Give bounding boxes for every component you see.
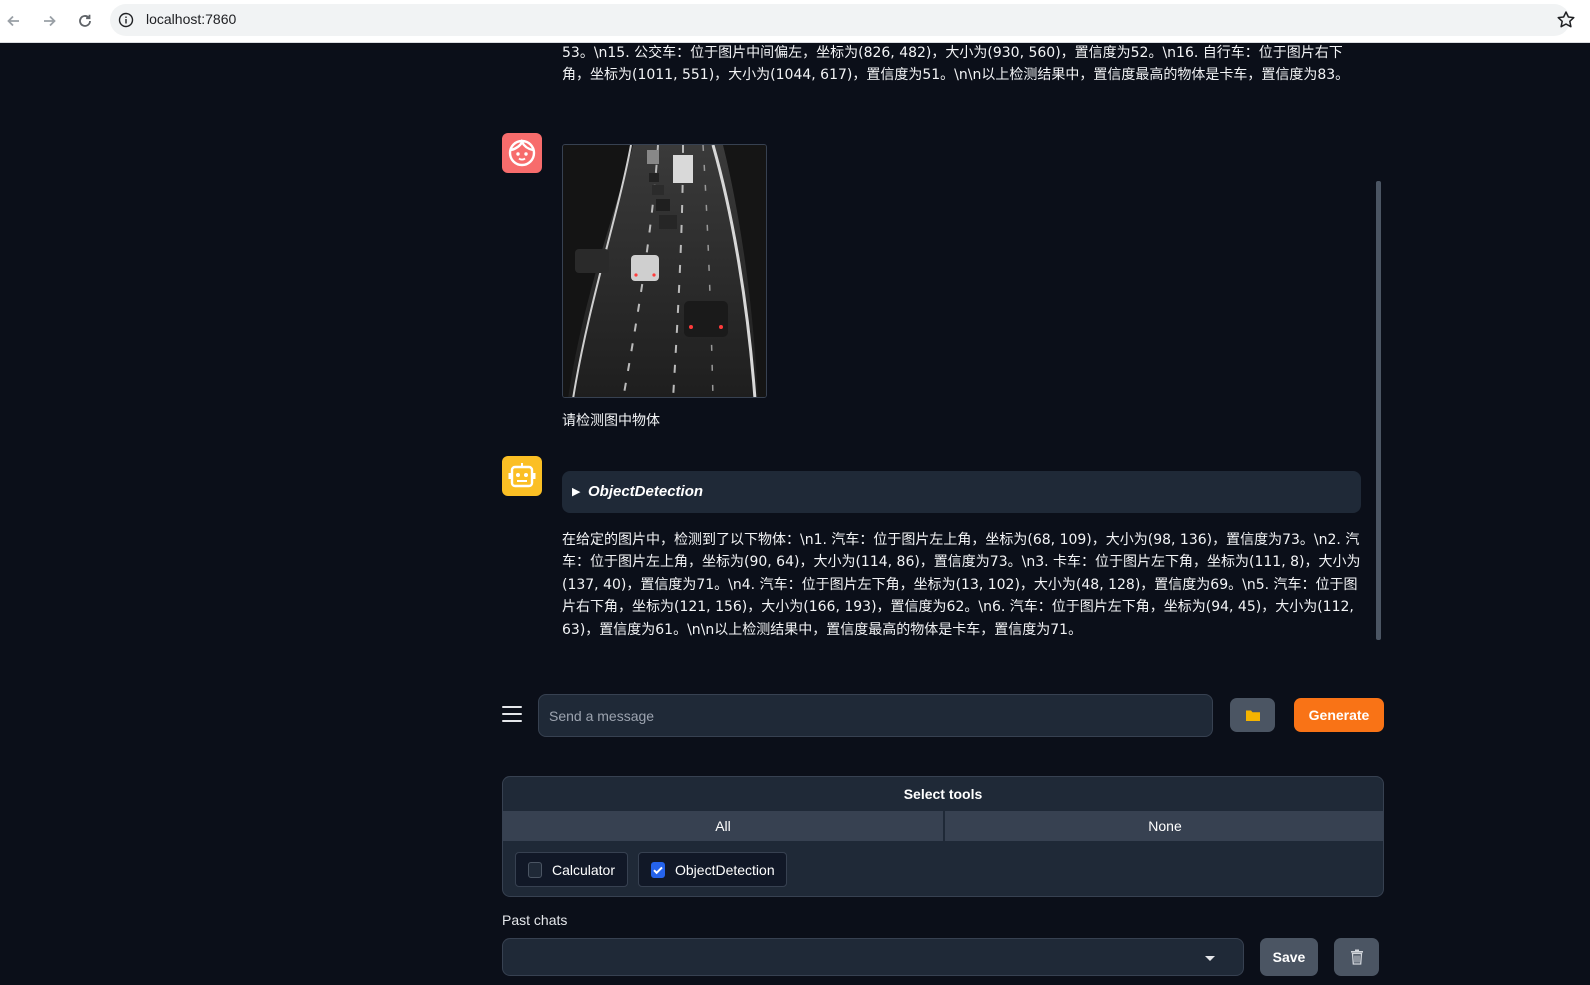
past-chats-label: Past chats [502, 912, 568, 928]
menu-icon[interactable] [502, 706, 522, 724]
address-bar[interactable]: localhost:7860 [110, 4, 1570, 36]
user-face-icon [508, 138, 536, 167]
bot-avatar [502, 456, 542, 496]
upload-file-button[interactable] [1230, 698, 1275, 732]
back-arrow-icon[interactable] [2, 9, 26, 33]
chat-scrollbar[interactable] [1376, 181, 1381, 640]
reload-icon[interactable] [73, 9, 97, 33]
uploaded-highway-image[interactable] [562, 144, 767, 398]
highway-photo [563, 145, 766, 397]
delete-chat-button[interactable] [1334, 938, 1379, 976]
save-button[interactable]: Save [1260, 938, 1318, 976]
disclosure-triangle-icon: ▶ [572, 486, 581, 498]
checkbox-unchecked[interactable] [528, 861, 542, 878]
forward-arrow-icon[interactable] [37, 9, 61, 33]
user-message-text: 请检测图中物体 [562, 413, 660, 429]
select-tools-title: Select tools [903, 786, 983, 802]
previous-bot-message-text: 53。\n15. 公交车：位于图片中间偏左，坐标为(826, 482)，大小为(… [562, 45, 1350, 84]
tool-call-toggle[interactable]: ▶ ObjectDetection [562, 471, 1361, 513]
folder-icon [1245, 710, 1260, 721]
browser-toolbar: localhost:7860 [0, 0, 1590, 43]
robot-icon [508, 463, 536, 488]
bot-reply-text: 在给定的图片中，检测到了以下物体：\n1. 汽车：位于图片左上角，坐标为(68,… [562, 532, 1361, 638]
caret-down-icon[interactable] [1205, 956, 1215, 961]
tool-checkbox-objectdetection[interactable]: ObjectDetection [638, 852, 787, 887]
past-chats-dropdown[interactable] [502, 938, 1244, 976]
select-none-button[interactable]: None [945, 811, 1383, 841]
tool-label-calculator: Calculator [551, 861, 615, 878]
tool-label-objectdetection: ObjectDetection [675, 861, 775, 878]
tool-checkbox-calculator[interactable]: Calculator [515, 852, 628, 887]
checkbox-checked[interactable] [651, 861, 665, 878]
select-all-button[interactable]: All [503, 811, 944, 841]
star-icon[interactable] [1556, 10, 1578, 32]
trash-icon [1350, 949, 1363, 965]
tool-call-name: ObjectDetection [588, 483, 704, 500]
select-tools-panel: Select tools All None Calculator ObjectD… [502, 776, 1384, 897]
info-icon[interactable] [118, 12, 134, 28]
user-avatar [502, 133, 542, 173]
url-text[interactable]: localhost:7860 [146, 11, 236, 27]
generate-button[interactable]: Generate [1294, 698, 1384, 732]
message-input[interactable] [538, 694, 1213, 737]
checkmark-icon [653, 866, 663, 874]
